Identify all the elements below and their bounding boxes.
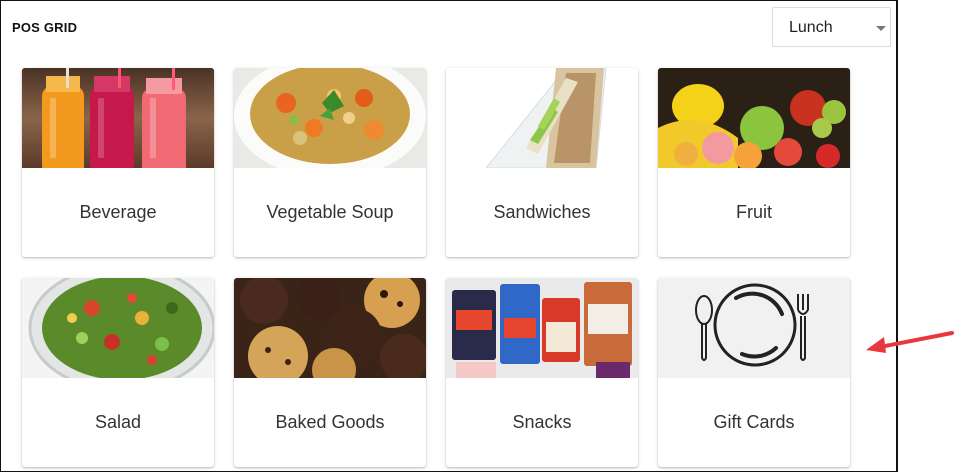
category-card-fruit[interactable]: Fruit [658,68,850,257]
category-card-sandwiches[interactable]: Sandwiches [446,68,638,257]
muffins-image [234,278,426,378]
category-card-vegetable-soup[interactable]: Vegetable Soup [234,68,426,257]
snacks-image [446,278,638,378]
annotation-arrow-icon [866,331,954,353]
category-card-baked-goods[interactable]: Baked Goods [234,278,426,467]
category-card-salad[interactable]: Salad [22,278,214,467]
vegetable-soup-image [234,68,426,168]
category-label: Vegetable Soup [266,202,394,222]
plate-cutlery-icon [658,278,850,378]
sandwich-image [446,68,638,168]
category-label: Sandwiches [493,202,591,222]
category-label: Snacks [512,412,572,432]
category-card-gift-cards[interactable]: Gift Cards [658,278,850,467]
category-label: Gift Cards [713,412,795,432]
chevron-down-icon [876,26,886,31]
fruit-image [658,68,850,168]
category-label: Beverage [79,202,157,222]
category-card-beverage[interactable]: Beverage [22,68,214,257]
category-label: Baked Goods [275,412,385,432]
pos-grid-panel: POS GRID Lunch Beverage Vegetable Soup S… [0,0,898,472]
category-card-snacks[interactable]: Snacks [446,278,638,467]
meal-period-select[interactable]: Lunch [772,7,891,47]
category-label: Salad [94,412,142,432]
meal-period-value: Lunch [789,19,833,36]
category-grid: Beverage Vegetable Soup Sandwiches Fruit… [22,68,850,467]
beverage-image [22,68,214,168]
salad-image [22,278,214,378]
page-title: POS GRID [12,20,78,35]
category-label: Fruit [736,202,772,222]
